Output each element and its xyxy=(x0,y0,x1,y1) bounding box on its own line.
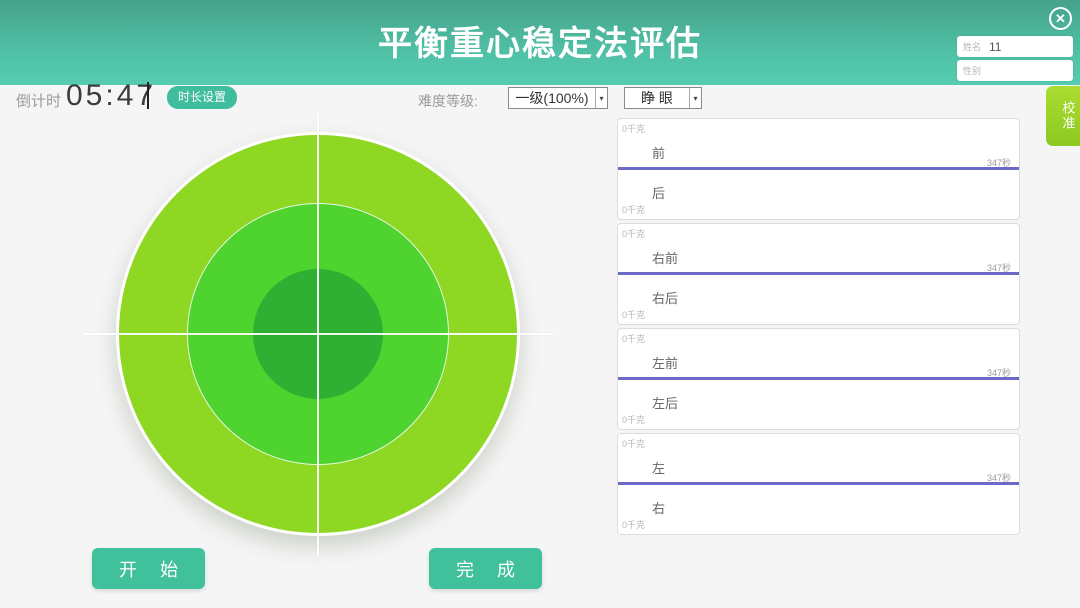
chevron-down-icon: ▾ xyxy=(595,88,607,108)
weight-bottom-label: 0千克 xyxy=(622,308,645,321)
weight-bottom-label: 0千克 xyxy=(622,203,645,216)
calibrate-button[interactable]: 校准 xyxy=(1046,86,1080,146)
countdown-label: 倒计时 xyxy=(16,90,61,111)
force-panel-front-back: 0千克 前 347秒 后 0千克 xyxy=(617,118,1020,220)
axis-line xyxy=(618,167,1019,170)
force-panel-rightfront-rightback: 0千克 右前 347秒 右后 0千克 xyxy=(617,223,1020,325)
difficulty-selected-value: 一级(100%) xyxy=(509,88,595,108)
close-icon[interactable]: ✕ xyxy=(1049,7,1072,30)
weight-top-label: 0千克 xyxy=(622,332,645,345)
weight-top-label: 0千克 xyxy=(622,122,645,135)
eye-mode-selected-value: 睁 眼 xyxy=(625,88,689,108)
direction-bottom-label: 右后 xyxy=(652,288,678,307)
weight-top-label: 0千克 xyxy=(622,227,645,240)
header-bar: 平衡重心稳定法评估 ✕ 姓名 11 性别 xyxy=(0,0,1080,85)
force-panel-leftfront-leftback: 0千克 左前 347秒 左后 0千克 xyxy=(617,328,1020,430)
patient-gender-label: 性别 xyxy=(963,64,981,77)
crosshair-horizontal-line xyxy=(84,333,554,335)
patient-name-label: 姓名 xyxy=(963,40,981,53)
chevron-down-icon: ▾ xyxy=(689,88,701,108)
weight-bottom-label: 0千克 xyxy=(622,413,645,426)
countdown-value: 05:47 xyxy=(66,79,156,113)
duration-setting-button[interactable]: 时长设置 xyxy=(167,86,237,109)
difficulty-select[interactable]: 一级(100%) ▾ xyxy=(508,87,608,109)
direction-bottom-label: 后 xyxy=(652,183,665,202)
direction-bottom-label: 右 xyxy=(652,498,665,517)
balance-assessment-screen: 平衡重心稳定法评估 ✕ 姓名 11 性别 倒计时 05:47 时长设置 难度等级… xyxy=(0,0,1080,608)
finish-button[interactable]: 完 成 xyxy=(429,548,542,589)
direction-top-label: 左前 xyxy=(652,353,678,372)
axis-line xyxy=(618,272,1019,275)
patient-name-value: 11 xyxy=(989,40,1001,54)
start-button[interactable]: 开 始 xyxy=(92,548,205,589)
direction-top-label: 前 xyxy=(652,143,665,162)
patient-name-field[interactable]: 姓名 11 xyxy=(957,36,1073,57)
direction-top-label: 右前 xyxy=(652,248,678,267)
weight-bottom-label: 0千克 xyxy=(622,518,645,531)
patient-gender-field[interactable]: 性别 xyxy=(957,60,1073,81)
axis-line xyxy=(618,482,1019,485)
weight-top-label: 0千克 xyxy=(622,437,645,450)
eye-mode-select[interactable]: 睁 眼 ▾ xyxy=(624,87,702,109)
force-panel-left-right: 0千克 左 347秒 右 0千克 xyxy=(617,433,1020,535)
difficulty-label: 难度等级: xyxy=(418,91,478,111)
axis-line xyxy=(618,377,1019,380)
text-cursor xyxy=(147,82,149,109)
direction-top-label: 左 xyxy=(652,458,665,477)
direction-bottom-label: 左后 xyxy=(652,393,678,412)
page-title: 平衡重心稳定法评估 xyxy=(0,16,1080,65)
